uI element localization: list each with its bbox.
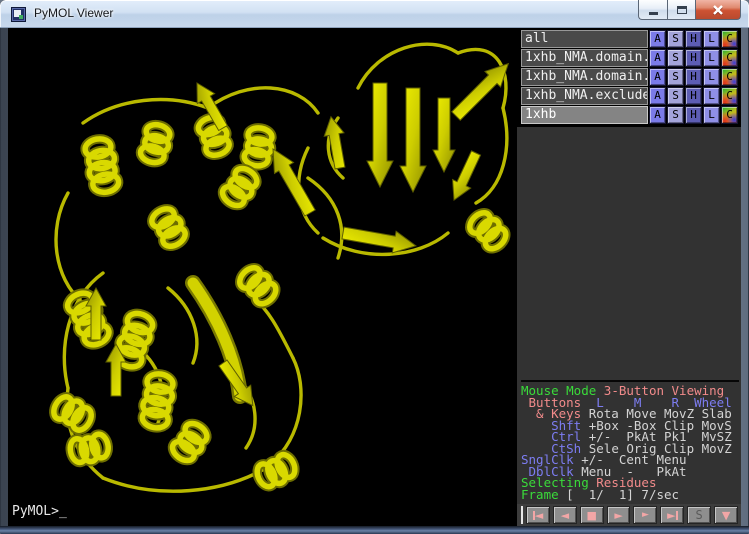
s-toggle-button[interactable]: S	[687, 506, 711, 524]
action-button-l[interactable]: L	[703, 30, 720, 48]
maximize-icon	[677, 6, 687, 14]
pymol-window: PyMOL Viewer	[0, 0, 749, 534]
menu-button[interactable]: ▼	[714, 506, 738, 524]
action-button-l[interactable]: L	[703, 68, 720, 86]
mouse-help-line[interactable]: Frame [ 1/ 1] 7/sec	[521, 489, 739, 501]
step-forward-button[interactable]: ►	[633, 506, 657, 524]
titlebar[interactable]: PyMOL Viewer	[0, 0, 749, 28]
action-button-a[interactable]: A	[649, 87, 666, 105]
close-icon	[712, 5, 724, 15]
action-button-a[interactable]: A	[649, 30, 666, 48]
action-button-s[interactable]: S	[667, 87, 684, 105]
action-button-h[interactable]: H	[685, 30, 702, 48]
action-button-a[interactable]: A	[649, 68, 666, 86]
viewport-canvas[interactable]: PyMOL>_	[8, 28, 517, 526]
help-text-segment: Frame	[521, 487, 566, 502]
command-prompt[interactable]: PyMOL>_	[12, 504, 67, 519]
object-list: allASHLC1xhb_NMA.domain.ASHLC1xhb_NMA.do…	[521, 30, 738, 125]
minimize-icon	[649, 12, 658, 15]
control-panel: Mouse Mode 3-Button Viewing Buttons L M …	[517, 127, 741, 526]
action-button-c[interactable]: C	[721, 87, 738, 105]
maximize-button[interactable]	[667, 0, 695, 20]
action-button-c[interactable]: C	[721, 68, 738, 86]
step-back-button[interactable]: ◄	[553, 506, 577, 524]
action-button-c[interactable]: C	[721, 106, 738, 124]
action-button-s[interactable]: S	[667, 49, 684, 67]
action-button-l[interactable]: L	[703, 87, 720, 105]
internal-gui-panel: allASHLC1xhb_NMA.domain.ASHLC1xhb_NMA.do…	[517, 28, 741, 526]
action-button-s[interactable]: S	[667, 68, 684, 86]
object-name[interactable]: 1xhb_NMA.domain.	[521, 49, 648, 67]
playbar-edge	[521, 506, 523, 524]
action-button-h[interactable]: H	[685, 49, 702, 67]
action-button-c[interactable]: C	[721, 49, 738, 67]
beta-sheet-arrows	[86, 56, 516, 411]
help-text-segment: [ 1/ 1] 7/sec	[566, 487, 679, 502]
action-button-h[interactable]: H	[685, 68, 702, 86]
go-to-end-button[interactable]: ►	[660, 506, 684, 524]
minimize-button[interactable]	[638, 0, 667, 20]
pymol-app-icon	[11, 7, 26, 22]
object-row: 1xhb_NMA.domain.ASHLC	[521, 68, 738, 86]
action-button-s[interactable]: S	[667, 106, 684, 124]
mouse-mode-panel: Mouse Mode 3-Button Viewing Buttons L M …	[521, 380, 739, 500]
object-name[interactable]: 1xhb_NMA.exclude	[521, 87, 648, 105]
action-button-h[interactable]: H	[685, 106, 702, 124]
action-button-c[interactable]: C	[721, 30, 738, 48]
action-button-a[interactable]: A	[649, 106, 666, 124]
stop-button[interactable]: ■	[580, 506, 604, 524]
go-to-start-button[interactable]: ◄	[526, 506, 550, 524]
window-title: PyMOL Viewer	[34, 6, 113, 20]
action-button-h[interactable]: H	[685, 87, 702, 105]
object-row: 1xhb_NMA.excludeASHLC	[521, 87, 738, 105]
object-name[interactable]: 1xhb_NMA.domain.	[521, 68, 648, 86]
action-button-s[interactable]: S	[667, 30, 684, 48]
object-name[interactable]: 1xhb	[521, 106, 648, 124]
action-button-l[interactable]: L	[703, 106, 720, 124]
object-name[interactable]: all	[521, 30, 648, 48]
close-button[interactable]	[695, 0, 741, 20]
play-button[interactable]: ►	[607, 506, 631, 524]
window-border	[0, 526, 749, 534]
object-row: allASHLC	[521, 30, 738, 48]
playback-bar: ◄◄■►►►S▼	[517, 504, 741, 526]
object-row: 1xhb_NMA.domain.ASHLC	[521, 49, 738, 67]
action-button-l[interactable]: L	[703, 49, 720, 67]
object-row: 1xhbASHLC	[521, 106, 738, 124]
protein-structure	[8, 28, 517, 526]
action-button-a[interactable]: A	[649, 49, 666, 67]
